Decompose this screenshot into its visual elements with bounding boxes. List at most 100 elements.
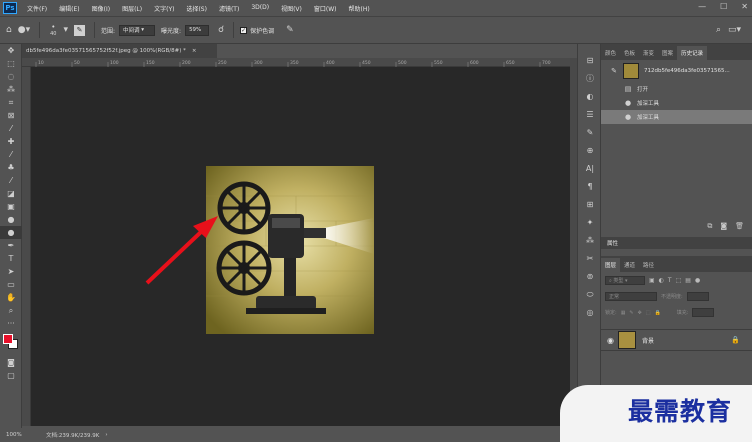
workspace-icon[interactable]: ▭▾: [728, 25, 741, 35]
menu-item[interactable]: 窗口(W): [308, 4, 343, 13]
layer-kind-select[interactable]: ⌕ 类型 ▾: [605, 276, 645, 285]
airbrush-icon[interactable]: ☌: [218, 25, 224, 35]
more-tools-icon[interactable]: ···: [0, 317, 22, 330]
new-document-from-state-icon[interactable]: ⧉: [707, 222, 712, 234]
lock-artboard-icon[interactable]: ⬚: [646, 310, 651, 316]
paragraph-panel-icon[interactable]: ¶: [578, 180, 602, 193]
panel-tab[interactable]: 色板: [620, 46, 639, 60]
document-tab[interactable]: db5fe496da3fe03571565752f52f.jpeg @ 100%…: [22, 44, 217, 58]
tools-panel-icon[interactable]: ✂: [578, 252, 602, 265]
move-tool-icon[interactable]: ✥: [0, 44, 22, 57]
paths-panel-icon[interactable]: ✦: [578, 216, 602, 229]
info-panel-icon[interactable]: ⓘ: [578, 72, 602, 85]
character-panel-icon[interactable]: A|: [578, 162, 602, 175]
zoom-tool-icon[interactable]: ⌕: [0, 304, 22, 317]
menu-item[interactable]: 图像(I): [86, 4, 116, 13]
panel-tab[interactable]: 渐变: [639, 46, 658, 60]
panel-tab[interactable]: 历史记录: [677, 46, 708, 60]
history-item[interactable]: ● 加深工具: [601, 110, 752, 124]
pen-tool-icon[interactable]: ✒: [0, 239, 22, 252]
swatches-panel-icon[interactable]: ⁂: [578, 234, 602, 247]
maximize-button[interactable]: ☐: [720, 2, 727, 11]
burn-tool-preset-icon[interactable]: ●▾: [18, 25, 30, 35]
layer-comps-icon[interactable]: ⬭: [578, 288, 602, 301]
brush-panel-icon[interactable]: ✎: [74, 24, 85, 36]
panel-tab[interactable]: 颜色: [601, 46, 620, 60]
lasso-tool-icon[interactable]: ◌: [0, 70, 22, 83]
close-tab-icon[interactable]: ×: [192, 48, 197, 54]
history-item[interactable]: ▤ 打开: [601, 82, 752, 96]
home-icon[interactable]: ⌂: [6, 25, 12, 35]
menu-item[interactable]: 滤镜(T): [213, 4, 245, 13]
minimize-button[interactable]: —: [698, 2, 706, 11]
menu-item[interactable]: 选择(S): [180, 4, 213, 13]
layers-panel-tab[interactable]: 通道: [620, 258, 639, 272]
status-menu-icon[interactable]: ›: [105, 432, 107, 438]
filter-pixel-icon[interactable]: ▣: [649, 277, 655, 284]
lock-paint-icon[interactable]: ✎: [629, 310, 633, 316]
filter-shape-icon[interactable]: ⬚: [676, 277, 682, 284]
timeline-panel-icon[interactable]: ◎: [578, 306, 602, 319]
hand-tool-icon[interactable]: ✋: [0, 291, 22, 304]
history-snapshot[interactable]: ✎ 712db5fe496da3fe03571565...: [601, 60, 752, 82]
vertical-scrollbar[interactable]: [570, 58, 577, 426]
fill-input[interactable]: [692, 308, 715, 317]
clone-stamp-tool-icon[interactable]: ♣: [0, 161, 22, 174]
menu-item[interactable]: 视图(V): [275, 4, 308, 13]
frame-tool-icon[interactable]: ⊠: [0, 109, 22, 122]
blur-tool-icon[interactable]: ●: [0, 213, 22, 226]
brush-settings-icon[interactable]: ▾: [63, 25, 68, 35]
lock-all-icon[interactable]: 🔒: [655, 310, 661, 316]
menu-item[interactable]: 文件(F): [21, 4, 53, 13]
range-select[interactable]: 中间调 ▾: [119, 24, 156, 36]
blend-mode-select[interactable]: 正常: [605, 292, 657, 301]
burn-tool-icon[interactable]: ●: [0, 226, 22, 239]
eyedropper-tool-icon[interactable]: ⁄: [0, 122, 22, 135]
menu-item[interactable]: 图层(L): [116, 4, 148, 13]
menu-item[interactable]: 编辑(E): [53, 4, 85, 13]
history-panel-icon[interactable]: ⊟: [578, 54, 602, 67]
filter-adjustment-icon[interactable]: ◐: [659, 277, 664, 284]
filter-type-icon[interactable]: T: [668, 277, 672, 284]
projector-image[interactable]: [206, 166, 374, 334]
menu-item[interactable]: 文字(Y): [148, 4, 180, 13]
delete-state-icon[interactable]: 🗑: [735, 222, 744, 234]
clone-source-panel-icon[interactable]: ⊕: [578, 144, 602, 157]
filter-smart-icon[interactable]: ▤: [685, 277, 691, 284]
menu-item[interactable]: 3D(D): [245, 4, 275, 13]
eraser-tool-icon[interactable]: ◪: [0, 187, 22, 200]
pressure-icon[interactable]: ✎: [286, 25, 294, 35]
lock-move-icon[interactable]: ✥: [638, 310, 642, 316]
foreground-color-swatch[interactable]: [3, 334, 13, 344]
opacity-input[interactable]: [686, 292, 709, 301]
menu-item[interactable]: 帮助(H): [343, 4, 376, 13]
marquee-tool-icon[interactable]: ⬚: [0, 57, 22, 70]
properties-title[interactable]: 属性: [601, 237, 752, 249]
layers-panel-tab[interactable]: 图层: [601, 258, 621, 272]
styles-panel-icon[interactable]: ☰: [578, 108, 602, 121]
layer-visibility-eye-icon[interactable]: ◉: [607, 336, 614, 345]
healing-brush-tool-icon[interactable]: ✚: [0, 135, 22, 148]
navigator-panel-icon[interactable]: ⊚: [578, 270, 602, 283]
rectangle-tool-icon[interactable]: ▭: [0, 278, 22, 291]
adjustments-panel-icon[interactable]: ◐: [578, 90, 602, 103]
screen-mode-icon[interactable]: ▢: [0, 369, 22, 382]
gradient-tool-icon[interactable]: ▣: [0, 200, 22, 213]
new-snapshot-icon[interactable]: ◙: [720, 222, 727, 234]
lock-transparent-icon[interactable]: ▦: [621, 310, 626, 316]
layer-row[interactable]: ◉ 背景 🔒: [601, 329, 752, 351]
history-brush-tool-icon[interactable]: ⁄: [0, 174, 22, 187]
search-icon[interactable]: ⌕: [716, 25, 721, 35]
close-button[interactable]: ✕: [741, 2, 748, 11]
brushes-panel-icon[interactable]: ✎: [578, 126, 602, 139]
layers-panel-tab[interactable]: 路径: [639, 258, 658, 272]
quick-mask-icon[interactable]: ◙: [0, 356, 22, 369]
exposure-input[interactable]: 59%: [185, 24, 210, 36]
zoom-level[interactable]: 100%: [6, 432, 46, 438]
protect-tones-checkbox[interactable]: ✓: [240, 26, 248, 34]
type-tool-icon[interactable]: T: [0, 252, 22, 265]
panel-tab[interactable]: 图案: [658, 46, 677, 60]
path-selection-tool-icon[interactable]: ➤: [0, 265, 22, 278]
filter-toggle-icon[interactable]: ●: [695, 277, 700, 284]
magic-wand-tool-icon[interactable]: ⁂: [0, 83, 22, 96]
